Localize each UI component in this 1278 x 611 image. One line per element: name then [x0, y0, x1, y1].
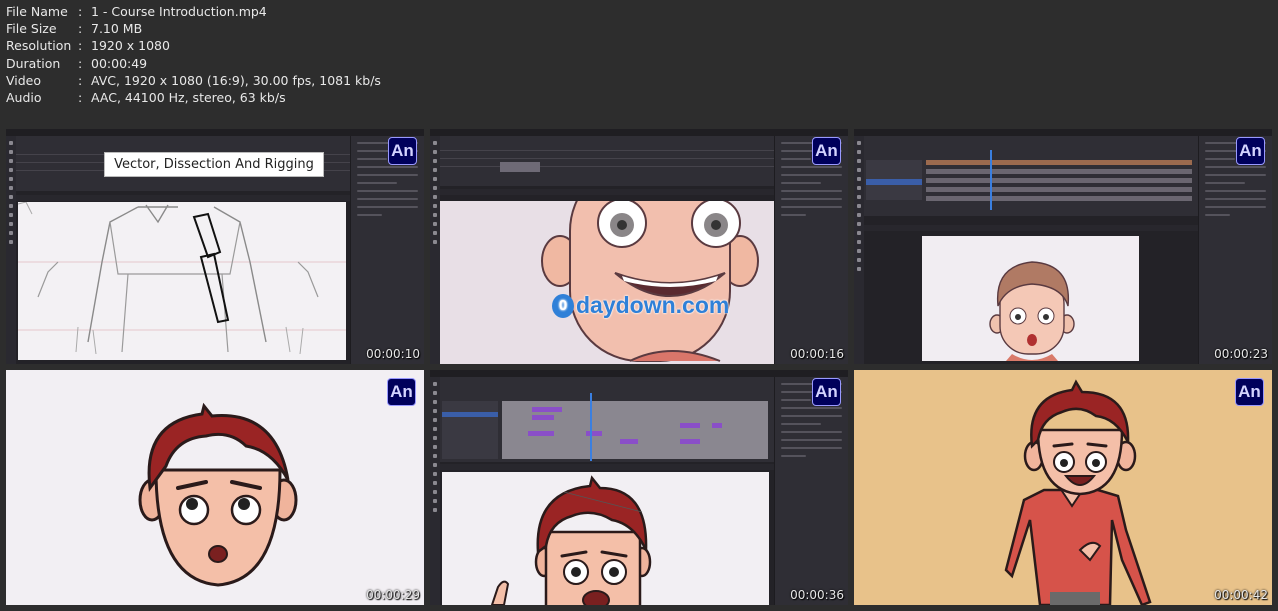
- info-separator: :: [78, 55, 83, 71]
- character-full-smiling: [1004, 379, 1152, 605]
- stage-toolbar: [440, 464, 774, 470]
- animate-logo: An: [387, 378, 416, 406]
- timestamp: 00:00:16: [790, 347, 844, 361]
- tools-panel: [430, 377, 440, 605]
- animate-logo: An: [812, 378, 841, 406]
- info-row-audio: Audio : AAC, 44100 Hz, stereo, 63 kb/s: [6, 89, 381, 106]
- info-row-duration: Duration : 00:00:49: [6, 55, 381, 72]
- info-value: AAC, 44100 Hz, stereo, 63 kb/s: [91, 90, 286, 106]
- info-row-file-name: File Name : 1 - Course Introduction.mp4: [6, 3, 381, 20]
- timestamp: 00:00:10: [366, 347, 420, 361]
- info-row-video: Video : AVC, 1920 x 1080 (16:9), 30.00 f…: [6, 72, 381, 89]
- info-key: File Size: [6, 21, 57, 37]
- info-key: Audio: [6, 90, 42, 106]
- watermark-text: daydown.com: [576, 292, 730, 318]
- timestamp: 00:00:29: [366, 588, 420, 602]
- menu-bar: [6, 129, 424, 136]
- character-face-worried: [138, 402, 298, 587]
- info-value: 7.10 MB: [91, 21, 143, 37]
- character-face-closeup: [440, 201, 774, 364]
- character-stage: [442, 472, 769, 605]
- tools-panel: [430, 136, 440, 364]
- animate-logo: An: [1236, 137, 1265, 165]
- info-value: 1 - Course Introduction.mp4: [91, 4, 267, 19]
- info-key: Duration: [6, 55, 61, 71]
- sketch-stage: [18, 202, 346, 360]
- timestamp: 00:00:36: [790, 588, 844, 602]
- thumbnail-6[interactable]: An 00:00:42: [854, 370, 1272, 605]
- animate-logo: An: [388, 137, 417, 165]
- info-value: 1920 x 1080: [91, 38, 170, 54]
- thumbnail-4[interactable]: An 00:00:29: [6, 370, 424, 605]
- timeline-panel: [440, 377, 774, 462]
- thumbnail-5[interactable]: An 00:00:36: [430, 370, 848, 605]
- caption-label: Vector, Dissection And Rigging: [105, 153, 323, 176]
- properties-panel: [350, 136, 424, 364]
- info-key: Video: [6, 72, 42, 88]
- info-row-file-size: File Size : 7.10 MB: [6, 20, 381, 37]
- info-separator: :: [78, 90, 83, 106]
- menu-bar: [854, 129, 1272, 136]
- thumbnail-1[interactable]: Vector, Dissection And Rigging An 00:00:…: [6, 129, 424, 364]
- tools-panel: [6, 136, 16, 364]
- info-row-resolution: Resolution : 1920 x 1080: [6, 37, 381, 54]
- timeline-panel: [440, 136, 774, 186]
- properties-panel: [1198, 136, 1272, 364]
- stage-toolbar: [864, 225, 1198, 231]
- tools-panel: [854, 136, 864, 364]
- info-key: File Name: [6, 4, 68, 19]
- timestamp: 00:00:23: [1214, 347, 1268, 361]
- thumbnail-3[interactable]: An 00:00:23: [854, 129, 1272, 364]
- info-separator: :: [78, 38, 83, 54]
- properties-panel: [774, 136, 848, 364]
- info-separator: :: [78, 21, 83, 37]
- menu-bar: [430, 370, 848, 377]
- stage-toolbar: [16, 195, 350, 201]
- timeline-panel: [864, 136, 1198, 216]
- menu-bar: [430, 129, 848, 136]
- info-value: 00:00:49: [91, 55, 148, 71]
- watermark: 0 daydown.com: [552, 292, 729, 319]
- character-stage: [922, 236, 1139, 361]
- animate-logo: An: [812, 137, 841, 165]
- thumbnail-2[interactable]: 0 daydown.com An 00:00:16: [430, 129, 848, 364]
- info-key: Resolution: [6, 38, 72, 54]
- watermark-logo-icon: 0: [552, 293, 574, 318]
- info-separator: :: [78, 4, 83, 19]
- stage-toolbar: [440, 189, 774, 195]
- animate-logo: An: [1235, 378, 1264, 406]
- file-info: File Name : 1 - Course Introduction.mp4 …: [6, 3, 381, 106]
- info-value: AVC, 1920 x 1080 (16:9), 30.00 fps, 1081…: [91, 72, 381, 88]
- properties-panel: [774, 377, 848, 605]
- info-separator: :: [78, 72, 83, 88]
- timestamp: 00:00:42: [1214, 588, 1268, 602]
